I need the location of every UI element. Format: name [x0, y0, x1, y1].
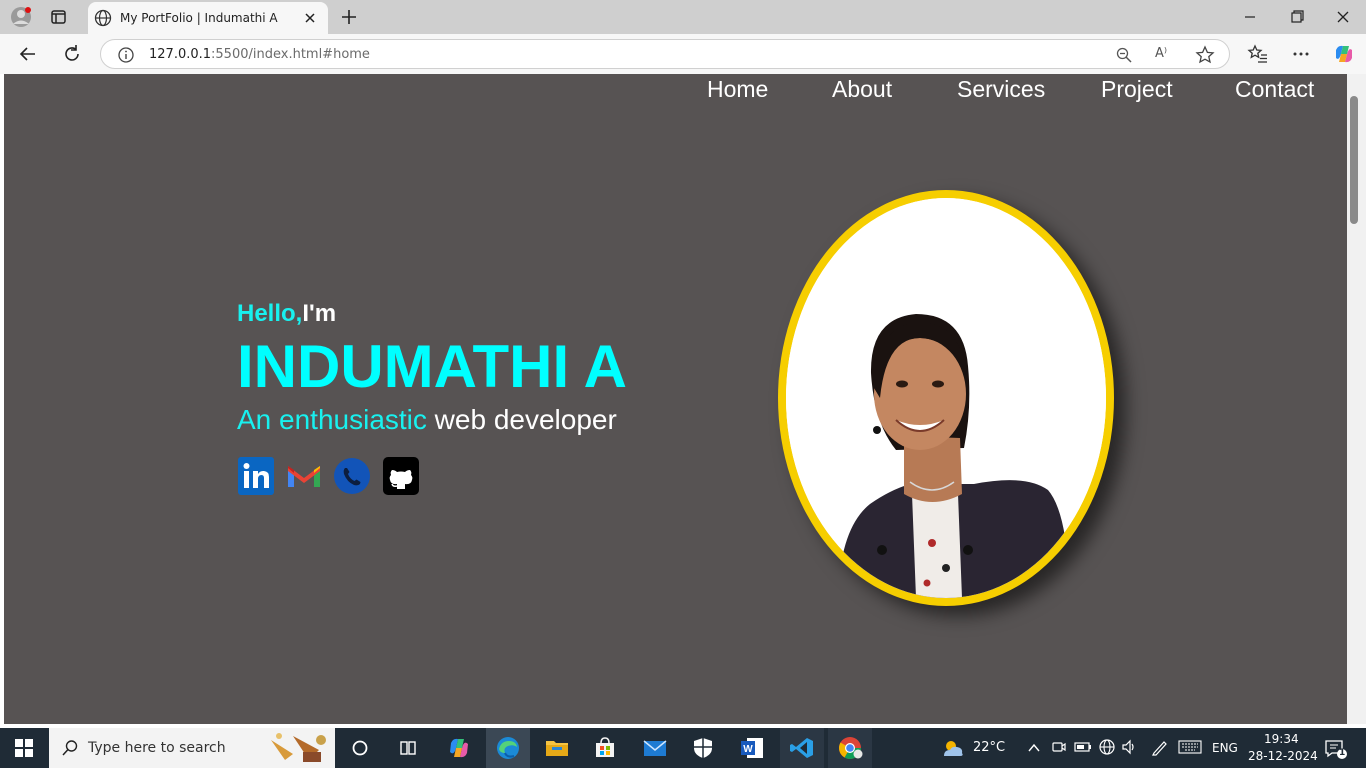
- hello-word: Hello,: [237, 300, 303, 327]
- reload-icon[interactable]: [61, 43, 83, 65]
- github-icon[interactable]: [382, 456, 420, 496]
- clock-time[interactable]: 19:34: [1264, 732, 1299, 746]
- clock-date[interactable]: 28-12-2024: [1248, 749, 1318, 763]
- chrome-icon[interactable]: [837, 736, 863, 760]
- volume-icon[interactable]: [1121, 738, 1139, 756]
- url-path: :5500/index.html#home: [211, 47, 370, 62]
- file-explorer-icon[interactable]: [544, 736, 570, 760]
- vscode-icon[interactable]: [789, 736, 815, 760]
- tab-title: My PortFolio | Indumathi A: [120, 11, 278, 25]
- search-highlight-icon: [263, 730, 333, 766]
- restore-icon[interactable]: [1287, 8, 1307, 26]
- more-options-icon[interactable]: [1290, 43, 1312, 65]
- nav-about[interactable]: About: [832, 76, 892, 103]
- back-icon[interactable]: [17, 43, 39, 65]
- cortana-icon[interactable]: [350, 738, 370, 758]
- url-text: 127.0.0.1:5500/index.html#home: [149, 47, 370, 62]
- copilot-icon[interactable]: [1332, 42, 1356, 66]
- mail-icon[interactable]: [642, 736, 668, 760]
- copilot-taskbar-icon[interactable]: [446, 736, 472, 760]
- hero-name: INDUMATHI A: [237, 333, 627, 400]
- pen-icon[interactable]: [1150, 738, 1170, 756]
- windows-start-icon[interactable]: [15, 739, 33, 757]
- favorites-icon[interactable]: [1247, 43, 1269, 65]
- battery-icon[interactable]: [1074, 739, 1092, 755]
- active-tab[interactable]: My PortFolio | Indumathi A: [88, 2, 328, 34]
- browser-tab-bar: My PortFolio | Indumathi A: [0, 0, 1366, 34]
- profile-photo: [778, 190, 1114, 606]
- zoom-icon[interactable]: [1115, 46, 1133, 64]
- hello-heading: Hello,I'm: [237, 300, 336, 328]
- search-icon: [61, 739, 79, 757]
- microsoft-store-icon[interactable]: [592, 736, 618, 760]
- url-host: 127.0.0.1: [149, 47, 212, 62]
- im-word: I'm: [302, 300, 337, 327]
- minimize-icon[interactable]: [1240, 8, 1260, 26]
- edge-icon[interactable]: [495, 736, 521, 760]
- nav-home[interactable]: Home: [707, 76, 768, 103]
- read-aloud-icon[interactable]: A⁾: [1155, 46, 1173, 64]
- nav-project[interactable]: Project: [1101, 76, 1173, 103]
- globe-icon: [94, 9, 112, 27]
- notification-count: 1: [1339, 748, 1346, 758]
- taskbar-search[interactable]: Type here to search: [49, 728, 335, 768]
- hero-tagline: An enthusiastic web developer: [237, 404, 617, 436]
- security-shield-icon[interactable]: [690, 736, 716, 760]
- meet-now-icon[interactable]: [1051, 739, 1067, 755]
- profile-avatar-icon[interactable]: [10, 6, 32, 28]
- nav-contact[interactable]: Contact: [1235, 76, 1314, 103]
- browser-toolbar: 127.0.0.1:5500/index.html#home A⁾: [0, 34, 1366, 74]
- nav-services[interactable]: Services: [957, 76, 1045, 103]
- windows-taskbar: Type here to search W 22°C ENG 19:34 28-…: [0, 728, 1366, 768]
- weather-icon[interactable]: [940, 736, 966, 760]
- favorite-star-icon[interactable]: [1195, 45, 1215, 65]
- svg-text:W: W: [743, 744, 753, 755]
- show-hidden-icons[interactable]: [1027, 740, 1041, 754]
- keyboard-icon[interactable]: [1178, 739, 1202, 755]
- scrollbar-thumb[interactable]: [1350, 96, 1358, 224]
- page-viewport: Home About Services Project Contact Hell…: [4, 74, 1347, 724]
- task-view-icon[interactable]: [398, 738, 418, 758]
- word-icon[interactable]: W: [739, 736, 765, 760]
- close-window-icon[interactable]: [1333, 8, 1353, 26]
- new-tab-icon[interactable]: [339, 7, 359, 27]
- input-language[interactable]: ENG: [1212, 741, 1238, 755]
- linkedin-icon[interactable]: [237, 456, 275, 496]
- phone-icon[interactable]: [333, 456, 371, 496]
- search-placeholder: Type here to search: [88, 740, 226, 756]
- tagline-rest: web developer: [426, 404, 617, 435]
- address-bar[interactable]: 127.0.0.1:5500/index.html#home A⁾: [100, 39, 1230, 69]
- weather-temp[interactable]: 22°C: [973, 740, 1005, 755]
- tagline-highlight: An enthusiastic: [237, 404, 427, 435]
- gmail-icon[interactable]: [285, 456, 323, 496]
- close-tab-icon[interactable]: [302, 10, 318, 26]
- tab-actions-icon[interactable]: [50, 8, 68, 26]
- site-info-icon[interactable]: [117, 46, 135, 64]
- network-globe-icon[interactable]: [1098, 738, 1116, 756]
